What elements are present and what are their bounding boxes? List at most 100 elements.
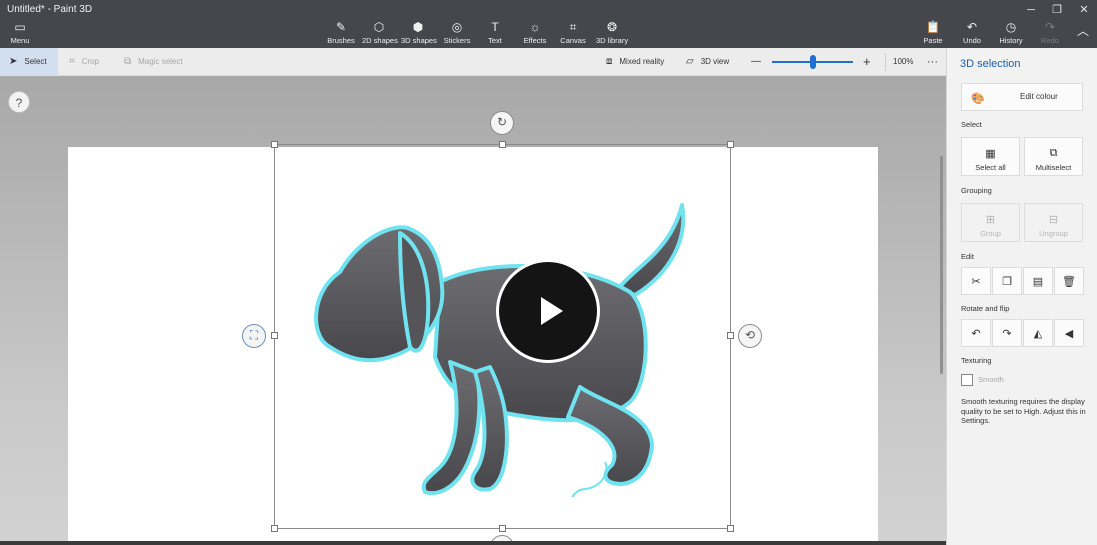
tool-label: 2D shapes xyxy=(362,36,398,45)
mixed-reality-icon: ⧈ xyxy=(606,56,613,67)
multiselect-button[interactable]: ⧉ Multiselect xyxy=(1024,137,1083,176)
tool-2d-shapes[interactable]: ⬡ 2D shapes xyxy=(362,20,398,48)
select-all-button[interactable]: ▦ Select all xyxy=(961,137,1020,176)
menu-button[interactable]: ▭ Menu xyxy=(5,20,35,48)
tool-label: Canvas xyxy=(560,36,586,45)
restore-button[interactable]: ❐ xyxy=(1044,2,1070,18)
paste-panel-button[interactable]: ▤ xyxy=(1023,267,1053,295)
select-tool-button[interactable]: ➤ Select xyxy=(0,48,58,76)
tool-stickers[interactable]: ◎ Stickers xyxy=(443,20,471,48)
undo-button[interactable]: ↶ Undo xyxy=(960,20,984,48)
workspace: ? ↻ ⛶ ⟲ xyxy=(0,77,946,545)
multiselect-icon: ⧉ xyxy=(1049,147,1058,159)
window-title: Untitled* - Paint 3D xyxy=(7,4,93,15)
section-select: Select xyxy=(961,120,982,129)
section-grouping: Grouping xyxy=(961,186,992,195)
rotate-left-button[interactable]: ↶ xyxy=(961,319,991,347)
redo-icon: ↷ xyxy=(1044,20,1056,34)
resize-handle-top-right[interactable] xyxy=(727,141,734,148)
tool-label: 3D library xyxy=(596,36,629,45)
vertical-scrollbar[interactable] xyxy=(940,156,943,374)
rotate-right-button[interactable]: ↷ xyxy=(992,319,1022,347)
copy-button[interactable]: ❐ xyxy=(992,267,1022,295)
resize-handle-top[interactable] xyxy=(499,141,506,148)
more-options-button[interactable]: ··· xyxy=(927,48,938,76)
tool-label: Brushes xyxy=(327,36,355,45)
play-button[interactable] xyxy=(496,259,600,363)
divider xyxy=(885,53,886,71)
bottom-edge xyxy=(0,541,946,545)
cut-button[interactable]: ✂ xyxy=(961,267,991,295)
select-label: Select xyxy=(24,57,47,66)
crop-label: Crop xyxy=(81,57,99,66)
redo-button[interactable]: ↷ Redo xyxy=(1038,20,1062,48)
paste-icon: 📋 xyxy=(925,20,941,34)
delete-button[interactable]: 🗑 xyxy=(1054,267,1084,295)
tool-3d-shapes[interactable]: ⬢ 3D shapes xyxy=(401,20,437,48)
paste-icon: ▤ xyxy=(1032,276,1044,288)
zoom-in-button[interactable]: + xyxy=(863,48,871,76)
effects-icon: ☼ xyxy=(529,20,541,34)
resize-handle-bottom-right[interactable] xyxy=(727,525,734,532)
section-rotate-flip: Rotate and flip xyxy=(961,304,1010,313)
z-depth-handle[interactable]: ⛶ xyxy=(242,324,266,348)
brush-icon: ✎ xyxy=(335,20,347,34)
ungroup-icon: ⊟ xyxy=(1048,214,1059,226)
crop-button[interactable]: ⌗ Crop xyxy=(69,48,99,76)
2d-shapes-icon: ⬡ xyxy=(373,20,385,34)
text-icon: T xyxy=(491,20,499,34)
close-button[interactable]: ✕ xyxy=(1071,2,1097,18)
history-icon: ◷ xyxy=(1005,20,1017,34)
ungroup-button[interactable]: ⊟ Ungroup xyxy=(1024,203,1083,242)
tool-label: 3D shapes xyxy=(401,36,437,45)
panel-title: 3D selection xyxy=(960,58,1021,70)
smooth-checkbox[interactable] xyxy=(961,374,973,386)
paste-button[interactable]: 📋 Paste xyxy=(921,20,945,48)
command-bar: ➤ Select ⌗ Crop ⧉ Magic select ⧈ Mixed reali… xyxy=(0,48,946,76)
3d-library-icon: ❂ xyxy=(606,20,618,34)
resize-handle-bottom[interactable] xyxy=(499,525,506,532)
minimize-button[interactable]: ─ xyxy=(1018,2,1044,18)
group-button[interactable]: ⊞ Group xyxy=(961,203,1020,242)
side-panel: 3D selection 🎨 Edit colour Select ▦ Sele… xyxy=(946,48,1097,545)
tool-effects[interactable]: ☼ Effects xyxy=(522,20,548,48)
rotate-x-handle[interactable]: ↻ xyxy=(490,111,514,135)
mixed-reality-button[interactable]: ⧈ Mixed reality xyxy=(606,48,664,76)
resize-handle-left[interactable] xyxy=(271,332,278,339)
multiselect-label: Multiselect xyxy=(1035,163,1072,172)
rotate-y-handle[interactable]: ⟲ xyxy=(738,324,762,348)
select-all-label: Select all xyxy=(975,163,1006,172)
mixed-reality-label: Mixed reality xyxy=(619,57,665,66)
history-button[interactable]: ◷ History xyxy=(997,20,1025,48)
tool-brushes[interactable]: ✎ Brushes xyxy=(326,20,356,48)
magic-select-button[interactable]: ⧉ Magic select xyxy=(124,48,183,76)
zoom-value[interactable]: 100% xyxy=(893,48,913,76)
tool-3d-library[interactable]: ❂ 3D library xyxy=(596,20,628,48)
crop-icon: ⌗ xyxy=(69,56,75,67)
3d-view-label: 3D view xyxy=(700,57,730,66)
cut-icon: ✂ xyxy=(971,276,981,288)
title-toolbar: Untitled* - Paint 3D ─ ❐ ✕ ▭ Menu ✎ Brus… xyxy=(0,0,1097,48)
trash-icon: 🗑 xyxy=(1062,276,1076,288)
3d-shapes-icon: ⬢ xyxy=(412,20,424,34)
flip-vertical-button[interactable]: ◀ xyxy=(1054,319,1084,347)
edit-colour-button[interactable]: 🎨 Edit colour xyxy=(961,83,1083,111)
flip-horizontal-button[interactable]: ◭ xyxy=(1023,319,1053,347)
resize-handle-top-left[interactable] xyxy=(271,141,278,148)
tool-text[interactable]: T Text xyxy=(482,20,508,48)
resize-handle-right[interactable] xyxy=(727,332,734,339)
redo-label: Redo xyxy=(1041,36,1059,45)
paste-label: Paste xyxy=(923,36,943,45)
smooth-texturing-note: Smooth texturing requires the display qu… xyxy=(961,397,1086,425)
magic-select-label: Magic select xyxy=(138,57,183,66)
tool-canvas[interactable]: ⌗ Canvas xyxy=(560,20,586,48)
history-label: History xyxy=(999,36,1023,45)
tool-label: Effects xyxy=(523,36,547,45)
zoom-out-button[interactable]: — xyxy=(751,48,761,76)
resize-handle-bottom-left[interactable] xyxy=(271,525,278,532)
help-button[interactable]: ? xyxy=(8,91,30,113)
flip-horizontal-icon: ◭ xyxy=(1033,328,1043,340)
menu-label: Menu xyxy=(10,36,30,45)
zoom-slider-thumb[interactable] xyxy=(809,55,816,69)
3d-view-button[interactable]: ▱ 3D view xyxy=(686,48,729,76)
